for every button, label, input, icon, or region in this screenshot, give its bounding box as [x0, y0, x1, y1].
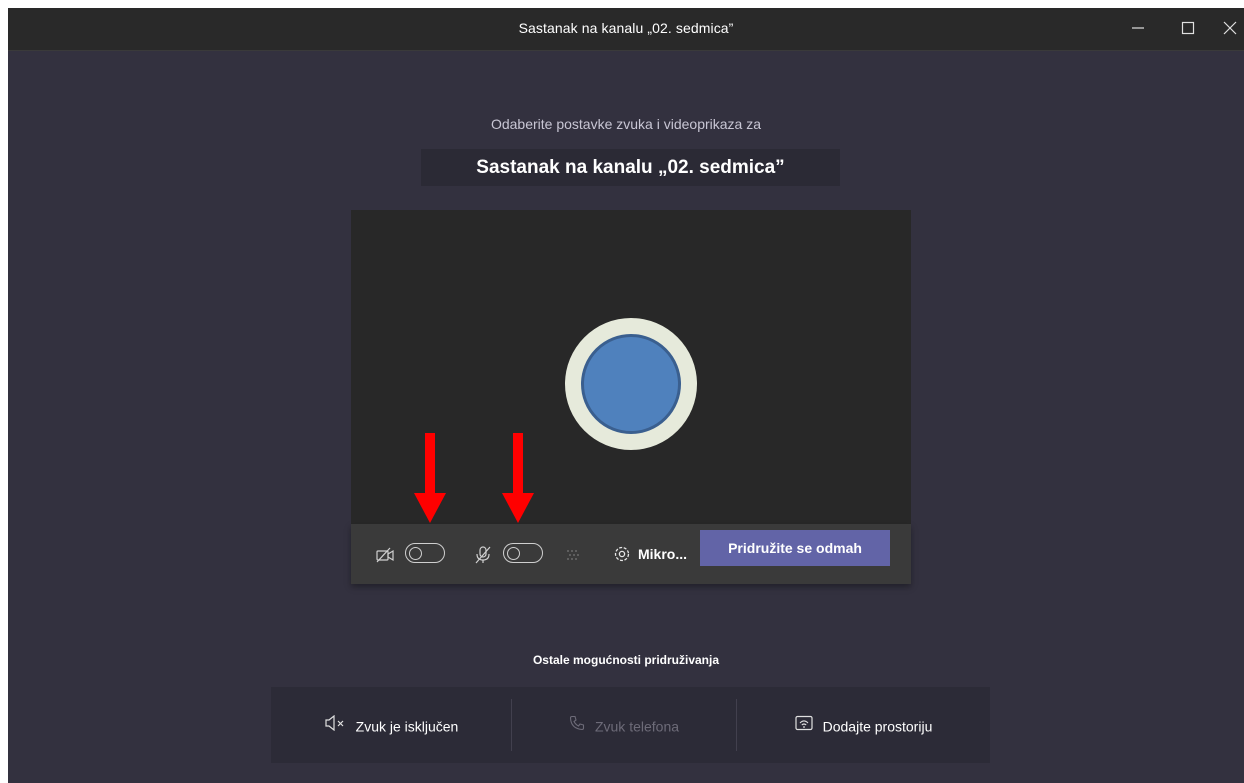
microphone-toggle[interactable]: [503, 543, 543, 563]
camera-toggle-knob: [409, 546, 422, 560]
avatar-circle: [581, 334, 681, 434]
title-bar: Sastanak na kanalu „02. sedmica”: [8, 8, 1244, 51]
window-title: Sastanak na kanalu „02. sedmica”: [518, 20, 734, 36]
other-join-options-title: Ostale mogućnosti pridruživanja: [532, 653, 720, 667]
gear-icon[interactable]: [612, 544, 632, 564]
other-join-options: Zvuk je isključen Zvuk telefona Dodajte …: [271, 687, 990, 763]
device-controls-bar: Mikro... Pridružite se odmah: [351, 524, 911, 584]
phone-audio-option: Zvuk telefona: [512, 687, 736, 763]
camera-toggle[interactable]: [405, 543, 445, 563]
add-room-label: Dodajte prostoriju: [822, 718, 933, 735]
prejoin-subtitle: Odaberite postavke zvuka i videoprikaza …: [490, 116, 762, 132]
background-blur-icon: [563, 545, 583, 565]
annotation-arrow-camera: [414, 433, 446, 523]
audio-off-label: Zvuk je isključen: [355, 718, 459, 735]
microphone-toggle-knob: [507, 546, 520, 560]
audio-off-option[interactable]: Zvuk je isključen: [271, 687, 511, 763]
annotation-arrow-microphone: [502, 433, 534, 523]
meeting-prejoin-window: Sastanak na kanalu „02. sedmica” Odaberi…: [8, 8, 1244, 783]
join-now-button[interactable]: Pridružite se odmah: [700, 530, 890, 566]
maximize-icon[interactable]: [1178, 18, 1198, 38]
device-settings-label[interactable]: Mikro...: [638, 546, 687, 562]
minimize-icon[interactable]: [1128, 18, 1148, 38]
phone-icon: [569, 688, 585, 764]
microphone-off-icon: [473, 545, 493, 565]
room-cast-icon: [795, 688, 813, 764]
camera-off-icon: [375, 545, 395, 565]
close-icon[interactable]: [1220, 18, 1240, 38]
avatar: [565, 318, 697, 450]
add-room-option[interactable]: Dodajte prostoriju: [737, 687, 990, 763]
speaker-muted-icon: [324, 688, 346, 764]
meeting-name: Sastanak na kanalu „02. sedmica”: [421, 149, 840, 186]
phone-audio-label: Zvuk telefona: [594, 718, 680, 735]
